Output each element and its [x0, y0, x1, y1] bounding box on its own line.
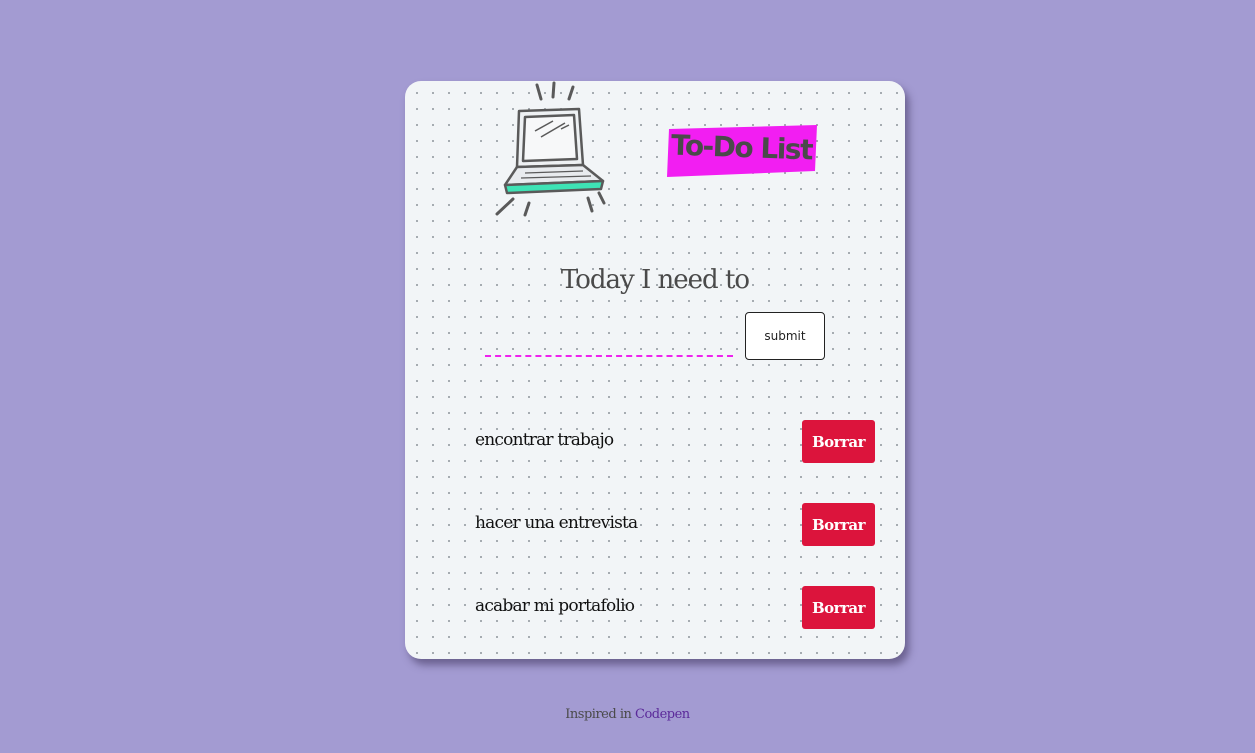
delete-task-button[interactable]: Borrar: [802, 586, 875, 629]
submit-button[interactable]: submit: [745, 312, 825, 360]
task-input[interactable]: [485, 325, 733, 357]
task-list: encontrar trabajo Borrar hacer una entre…: [475, 420, 875, 669]
task-item: encontrar trabajo Borrar: [475, 420, 875, 463]
form-heading: Today I need to: [560, 265, 750, 295]
delete-task-button[interactable]: Borrar: [802, 420, 875, 463]
laptop-icon: [495, 81, 606, 217]
delete-task-button[interactable]: Borrar: [802, 503, 875, 546]
app-title: To-Do List: [670, 128, 813, 167]
todo-card: To-Do List Today I need to submit encont…: [405, 81, 905, 659]
task-item: hacer una entrevista Borrar: [475, 503, 875, 546]
task-item: acabar mi portafolio Borrar: [475, 586, 875, 629]
footer-prefix: Inspired in: [565, 707, 632, 722]
task-text: acabar mi portafolio: [475, 596, 635, 616]
footer: Inspired in Codepen: [0, 707, 1255, 722]
task-text: encontrar trabajo: [475, 430, 614, 450]
codepen-link[interactable]: Codepen: [635, 707, 690, 722]
task-text: hacer una entrevista: [475, 513, 638, 533]
title-badge: To-Do List: [667, 125, 819, 177]
